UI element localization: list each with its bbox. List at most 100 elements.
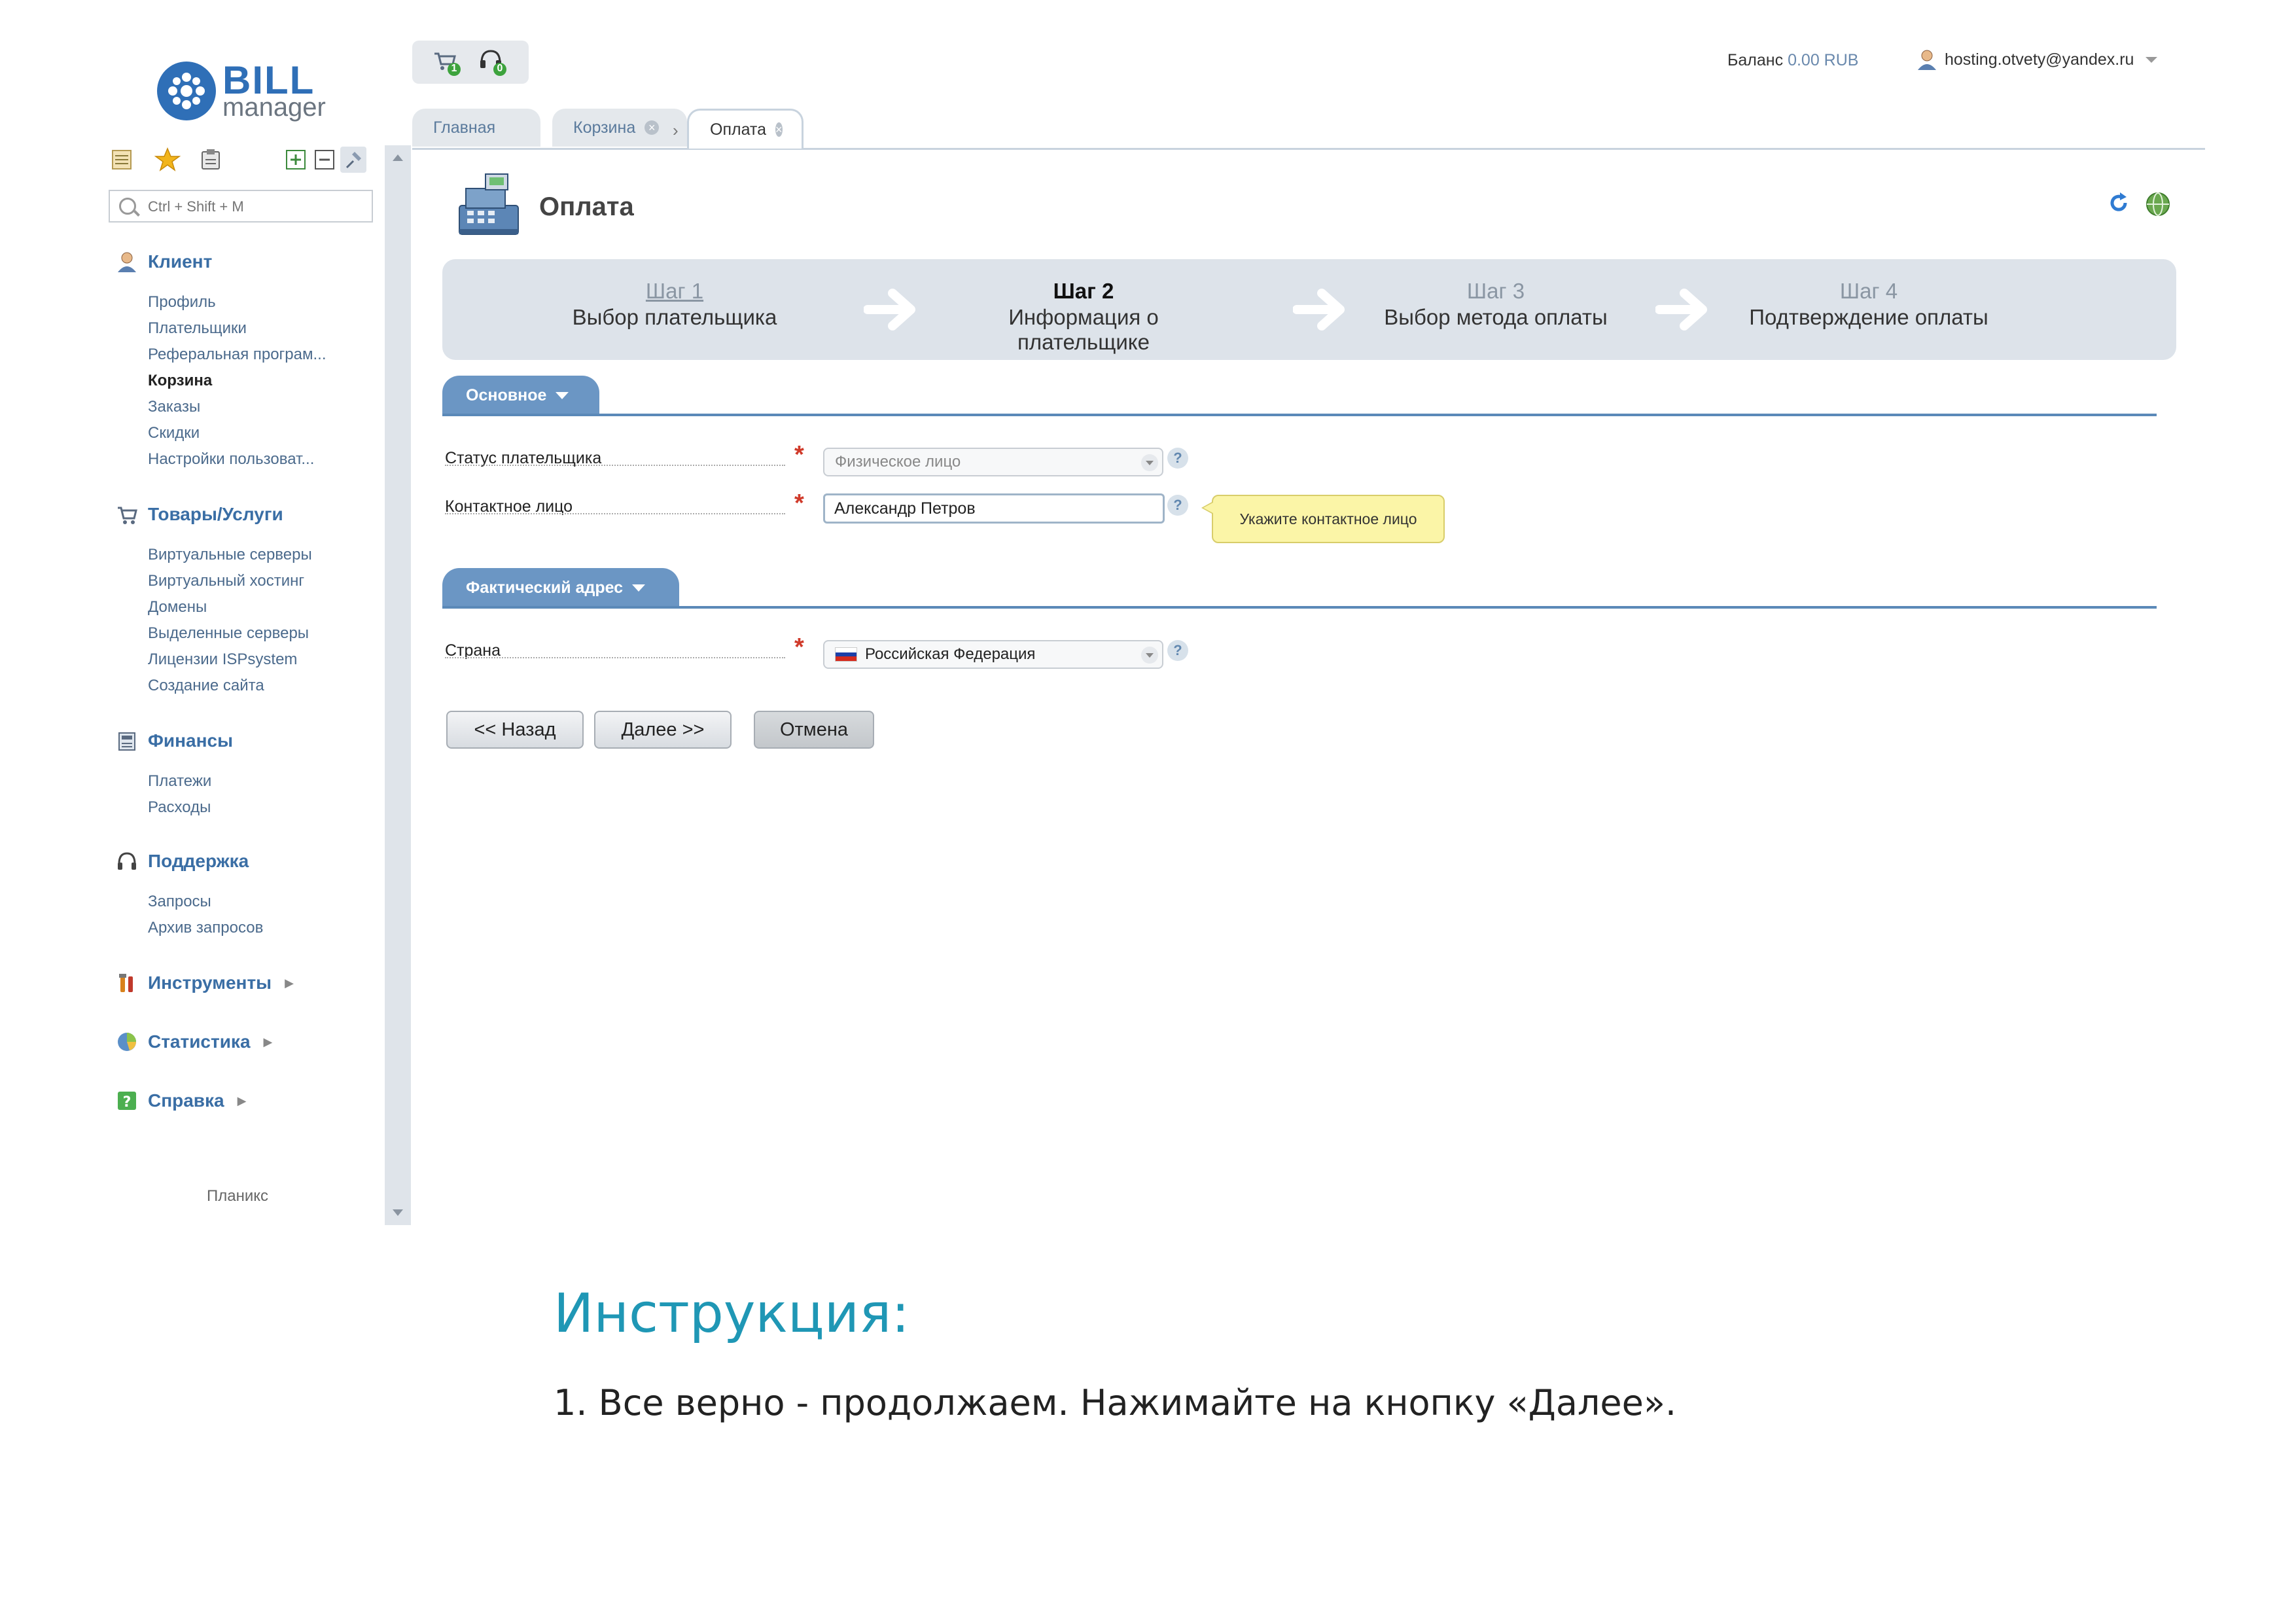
sidebar-item-expenses[interactable]: Расходы <box>148 798 211 817</box>
tab-label: Главная <box>433 118 496 137</box>
sidebar-item-cart[interactable]: Корзина <box>148 372 212 390</box>
sidebar-group-label: Клиент <box>148 251 213 272</box>
sidebar-group-label: Финансы <box>148 730 233 751</box>
billmanager-logo[interactable]: BILL manager <box>157 58 334 130</box>
sidebar-footer: Планикс <box>207 1187 269 1205</box>
cart-quick-button[interactable]: 1 <box>432 47 462 77</box>
payer-status-select[interactable]: Физическое лицо <box>823 448 1163 476</box>
clipboard-icon[interactable] <box>198 147 224 173</box>
sidebar-search[interactable] <box>109 190 373 223</box>
label-leader <box>445 513 785 514</box>
balance-value: 0.00 RUB <box>1788 51 1859 69</box>
quick-actions: 1 0 <box>412 41 529 84</box>
scroll-up-icon[interactable] <box>393 154 403 161</box>
sidebar-group-label: Справка <box>148 1090 224 1111</box>
step-1[interactable]: Шаг 1 Выбор плательщика <box>567 279 783 330</box>
globe-help-icon[interactable] <box>2145 191 2171 217</box>
balance[interactable]: Баланс 0.00 RUB <box>1727 51 1858 70</box>
scroll-down-icon[interactable] <box>393 1209 403 1216</box>
headset-icon <box>118 852 136 870</box>
sidebar-group-label: Поддержка <box>148 851 249 871</box>
support-quick-button[interactable]: 0 <box>478 47 508 77</box>
support-badge: 0 <box>497 63 503 74</box>
pin-icon[interactable] <box>340 147 366 173</box>
select-value: Физическое лицо <box>835 453 961 471</box>
sidebar-group-help[interactable]: ? Справка ▶ <box>115 1088 246 1114</box>
contact-person-input[interactable] <box>823 493 1165 524</box>
close-icon[interactable]: × <box>775 122 783 137</box>
tab-cart[interactable]: Корзина × <box>552 109 687 147</box>
sidebar-item-discounts[interactable]: Скидки <box>148 424 200 442</box>
sidebar-group-products[interactable]: Товары/Услуги <box>115 501 283 527</box>
step-arrow-icon <box>864 289 915 330</box>
required-marker: * <box>794 441 804 469</box>
expand-all-icon[interactable] <box>283 147 309 173</box>
step-number: Шаг 1 <box>645 279 704 303</box>
sidebar-item-licenses[interactable]: Лицензии ISPsystem <box>148 651 297 669</box>
sidebar-group-client[interactable]: Клиент <box>115 249 212 275</box>
favorites-star-icon[interactable] <box>154 147 181 173</box>
chevron-right-icon: ▶ <box>237 1094 247 1107</box>
sidebar-scrollbar[interactable] <box>385 145 411 1225</box>
back-button[interactable]: << Назад <box>446 711 584 749</box>
sidebar-search-input[interactable] <box>147 195 359 219</box>
sidebar-item-payments[interactable]: Платежи <box>148 772 211 791</box>
contact-hint-tooltip: Укажите контактное лицо <box>1201 495 1445 543</box>
search-icon <box>119 198 136 215</box>
sidebar-item-user-settings[interactable]: Настройки пользоват... <box>148 450 314 469</box>
select-value: Российская Федерация <box>865 645 1036 663</box>
country-select[interactable]: Российская Федерация <box>823 640 1163 669</box>
help-icon[interactable]: ? <box>1167 640 1188 661</box>
tab-payment[interactable]: Оплата × <box>687 109 804 149</box>
user-icon <box>1918 50 1936 70</box>
wizard-steps: Шаг 1 Выбор плательщика Шаг 2 Информация… <box>442 259 2176 360</box>
sidebar-item-referral[interactable]: Реферальная програм... <box>148 346 327 364</box>
sidebar-item-vps[interactable]: Виртуальные серверы <box>148 546 312 564</box>
sidebar-group-finance[interactable]: Финансы <box>115 728 233 754</box>
tools-icon <box>119 974 133 992</box>
sidebar-group-support[interactable]: Поддержка <box>115 848 249 874</box>
step-arrow-icon <box>1293 289 1345 330</box>
dropdown-arrow-icon[interactable] <box>1141 454 1158 471</box>
sidebar-group-tools[interactable]: Инструменты ▶ <box>115 970 294 996</box>
collapse-all-icon[interactable] <box>311 147 338 173</box>
sidebar-item-hosting[interactable]: Виртуальный хостинг <box>148 572 304 590</box>
section-address-toggle[interactable]: Фактический адрес <box>442 568 679 607</box>
sidebar-item-site-builder[interactable]: Создание сайта <box>148 677 264 695</box>
next-button[interactable]: Далее >> <box>594 711 732 749</box>
tab-label: Корзина <box>573 118 636 137</box>
instruction-text: 1. Все верно - продолжаем. Нажимайте на … <box>554 1382 1677 1423</box>
help-icon[interactable]: ? <box>1167 495 1188 516</box>
sidebar-item-profile[interactable]: Профиль <box>148 293 216 312</box>
tab-bar: Главная Корзина × › Оплата × <box>412 107 2205 150</box>
step-description: Выбор метода оплаты <box>1384 305 1608 329</box>
menu-list-icon[interactable] <box>109 147 135 173</box>
tab-home[interactable]: Главная <box>412 109 540 147</box>
sidebar-item-tickets[interactable]: Запросы <box>148 893 211 911</box>
sidebar-item-orders[interactable]: Заказы <box>148 398 200 416</box>
cancel-button[interactable]: Отмена <box>754 711 874 749</box>
step-description: Информация о плательщике <box>1008 305 1159 354</box>
sidebar-group-statistics[interactable]: Статистика ▶ <box>115 1029 272 1055</box>
refresh-icon[interactable] <box>2107 191 2130 215</box>
breadcrumb-separator-icon: › <box>673 120 679 140</box>
close-icon[interactable]: × <box>645 120 660 135</box>
section-divider <box>442 414 2157 416</box>
instruction-title: Инструкция: <box>554 1283 910 1345</box>
logo-word-manager: manager <box>222 93 326 122</box>
dropdown-arrow-icon[interactable] <box>1141 647 1158 664</box>
cash-register-icon <box>453 169 525 241</box>
cart-icon <box>118 507 137 524</box>
section-main-toggle[interactable]: Основное <box>442 376 599 415</box>
user-menu[interactable]: hosting.otvety@yandex.ru <box>1916 48 2158 71</box>
sidebar-item-dedicated[interactable]: Выделенные серверы <box>148 624 309 643</box>
sidebar-item-ticket-archive[interactable]: Архив запросов <box>148 919 263 937</box>
sidebar-item-payers[interactable]: Плательщики <box>148 319 247 338</box>
cart-badge: 1 <box>451 63 457 74</box>
logo-mark-icon <box>157 62 216 120</box>
step-number: Шаг 3 <box>1466 279 1525 303</box>
sidebar-item-domains[interactable]: Домены <box>148 598 207 616</box>
step-arrow-icon <box>1655 289 1707 330</box>
help-icon[interactable]: ? <box>1167 448 1188 469</box>
sidebar-group-label: Статистика <box>148 1031 251 1052</box>
